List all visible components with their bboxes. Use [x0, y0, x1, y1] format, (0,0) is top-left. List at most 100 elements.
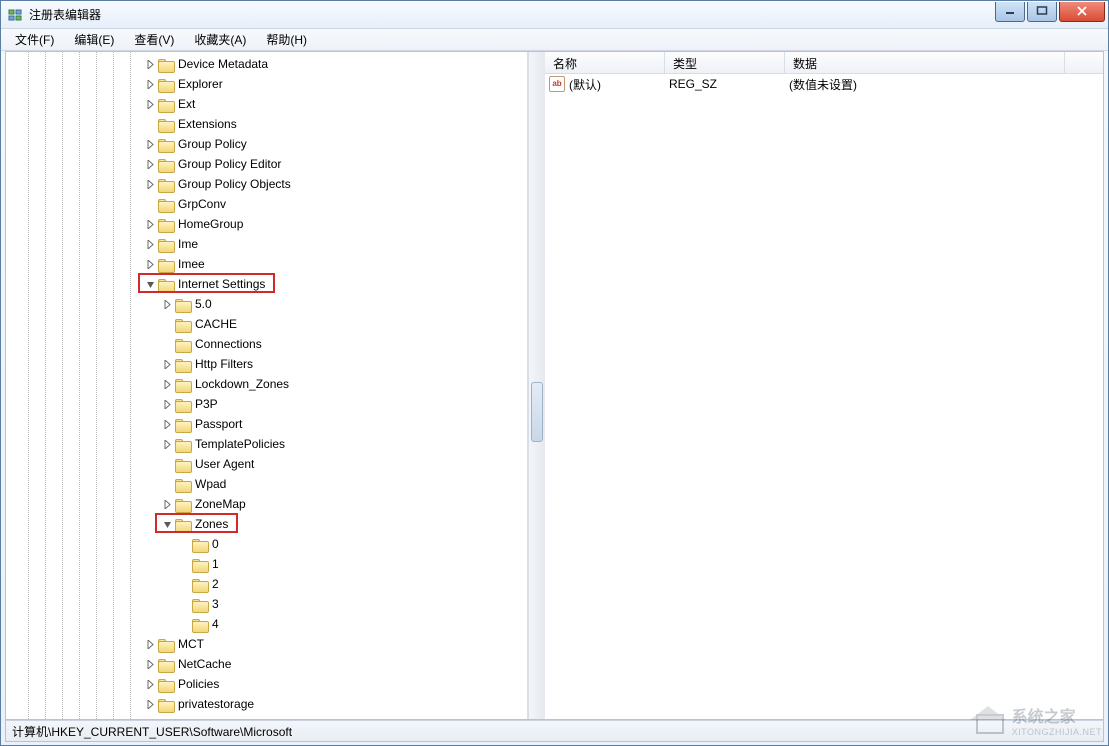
expander-closed-icon[interactable]	[161, 298, 173, 310]
registry-tree[interactable]: Device MetadataExplorerExtExtensionsGrou…	[6, 52, 527, 714]
expander-closed-icon[interactable]	[144, 138, 156, 150]
scrollbar-thumb[interactable]	[531, 382, 543, 442]
expander-closed-icon[interactable]	[161, 498, 173, 510]
tree-node[interactable]: GrpConv	[6, 194, 527, 214]
folder-icon	[175, 297, 191, 311]
list-header[interactable]: 名称 类型 数据	[545, 52, 1103, 74]
expander-closed-icon[interactable]	[144, 78, 156, 90]
expander-closed-icon[interactable]	[144, 218, 156, 230]
expander-closed-icon[interactable]	[161, 438, 173, 450]
folder-icon	[158, 157, 174, 171]
tree-node[interactable]: 1	[6, 554, 527, 574]
expander-open-icon[interactable]	[161, 518, 173, 530]
tree-node[interactable]: Imee	[6, 254, 527, 274]
tree-node[interactable]: Zones	[6, 514, 527, 534]
tree-node[interactable]: Lockdown_Zones	[6, 374, 527, 394]
folder-icon	[158, 137, 174, 151]
menu-edit[interactable]: 编辑(E)	[64, 29, 124, 50]
expander-closed-icon[interactable]	[144, 58, 156, 70]
tree-node[interactable]: Ext	[6, 94, 527, 114]
expander-none	[178, 558, 190, 570]
tree-node[interactable]: Internet Settings	[6, 274, 527, 294]
folder-icon	[158, 117, 174, 131]
folder-icon	[175, 417, 191, 431]
tree-node-label: Imee	[178, 257, 205, 271]
expander-closed-icon[interactable]	[144, 678, 156, 690]
tree-node[interactable]: Passport	[6, 414, 527, 434]
maximize-button[interactable]	[1027, 2, 1057, 22]
tree-node[interactable]: 5.0	[6, 294, 527, 314]
column-header-type[interactable]: 类型	[665, 52, 785, 73]
expander-closed-icon[interactable]	[144, 98, 156, 110]
tree-node-label: NetCache	[178, 657, 231, 671]
column-header-name[interactable]: 名称	[545, 52, 665, 73]
expander-closed-icon[interactable]	[144, 258, 156, 270]
tree-node-label: 0	[212, 537, 219, 551]
menu-file[interactable]: 文件(F)	[5, 29, 64, 50]
tree-node[interactable]: Device Metadata	[6, 54, 527, 74]
tree-node[interactable]: Policies	[6, 674, 527, 694]
tree-node[interactable]: ZoneMap	[6, 494, 527, 514]
tree-node[interactable]: privatestorage	[6, 694, 527, 714]
tree-node-label: 4	[212, 617, 219, 631]
tree-node[interactable]: TemplatePolicies	[6, 434, 527, 454]
tree-node[interactable]: MCT	[6, 634, 527, 654]
tree-node[interactable]: Http Filters	[6, 354, 527, 374]
folder-icon	[158, 277, 174, 291]
window-buttons	[993, 2, 1105, 22]
tree-node[interactable]: 4	[6, 614, 527, 634]
expander-closed-icon[interactable]	[144, 658, 156, 670]
menubar: 文件(F) 编辑(E) 查看(V) 收藏夹(A) 帮助(H)	[1, 29, 1108, 51]
expander-closed-icon[interactable]	[161, 398, 173, 410]
tree-pane[interactable]: Device MetadataExplorerExtExtensionsGrou…	[6, 52, 528, 719]
expander-closed-icon[interactable]	[144, 238, 156, 250]
tree-vertical-scrollbar[interactable]	[528, 52, 545, 719]
string-value-icon: ab	[549, 76, 565, 92]
minimize-button[interactable]	[995, 2, 1025, 22]
expander-closed-icon[interactable]	[144, 698, 156, 710]
tree-node[interactable]: Group Policy Editor	[6, 154, 527, 174]
tree-node[interactable]: NetCache	[6, 654, 527, 674]
expander-closed-icon[interactable]	[144, 638, 156, 650]
tree-node[interactable]: User Agent	[6, 454, 527, 474]
tree-node-label: Connections	[195, 337, 262, 351]
expander-closed-icon[interactable]	[161, 358, 173, 370]
tree-node-label: privatestorage	[178, 697, 254, 711]
tree-node[interactable]: Ime	[6, 234, 527, 254]
value-list-body[interactable]: ab(默认)REG_SZ(数值未设置)	[545, 74, 1103, 719]
tree-node[interactable]: Wpad	[6, 474, 527, 494]
tree-node[interactable]: HomeGroup	[6, 214, 527, 234]
folder-icon	[158, 57, 174, 71]
tree-node[interactable]: 3	[6, 594, 527, 614]
tree-node[interactable]: Connections	[6, 334, 527, 354]
expander-closed-icon[interactable]	[161, 418, 173, 430]
tree-node[interactable]: P3P	[6, 394, 527, 414]
tree-node-label: Internet Settings	[178, 277, 265, 291]
expander-open-icon[interactable]	[144, 278, 156, 290]
tree-node-label: 1	[212, 557, 219, 571]
expander-none	[144, 198, 156, 210]
list-row[interactable]: ab(默认)REG_SZ(数值未设置)	[545, 74, 1103, 94]
menu-favorites[interactable]: 收藏夹(A)	[184, 29, 256, 50]
tree-node[interactable]: CACHE	[6, 314, 527, 334]
expander-closed-icon[interactable]	[144, 158, 156, 170]
tree-node[interactable]: 0	[6, 534, 527, 554]
menu-view[interactable]: 查看(V)	[124, 29, 184, 50]
folder-icon	[192, 557, 208, 571]
tree-node[interactable]: Group Policy	[6, 134, 527, 154]
tree-node-label: Ime	[178, 237, 198, 251]
tree-node[interactable]: Group Policy Objects	[6, 174, 527, 194]
expander-closed-icon[interactable]	[161, 378, 173, 390]
expander-closed-icon[interactable]	[144, 178, 156, 190]
value-list-pane: 名称 类型 数据 ab(默认)REG_SZ(数值未设置)	[545, 52, 1103, 719]
menu-help[interactable]: 帮助(H)	[256, 29, 317, 50]
tree-node-label: Http Filters	[195, 357, 253, 371]
column-header-data[interactable]: 数据	[785, 52, 1065, 73]
tree-node[interactable]: Extensions	[6, 114, 527, 134]
titlebar[interactable]: 注册表编辑器	[1, 1, 1108, 29]
close-button[interactable]	[1059, 2, 1105, 22]
folder-icon	[192, 577, 208, 591]
folder-icon	[158, 237, 174, 251]
tree-node[interactable]: 2	[6, 574, 527, 594]
tree-node[interactable]: Explorer	[6, 74, 527, 94]
